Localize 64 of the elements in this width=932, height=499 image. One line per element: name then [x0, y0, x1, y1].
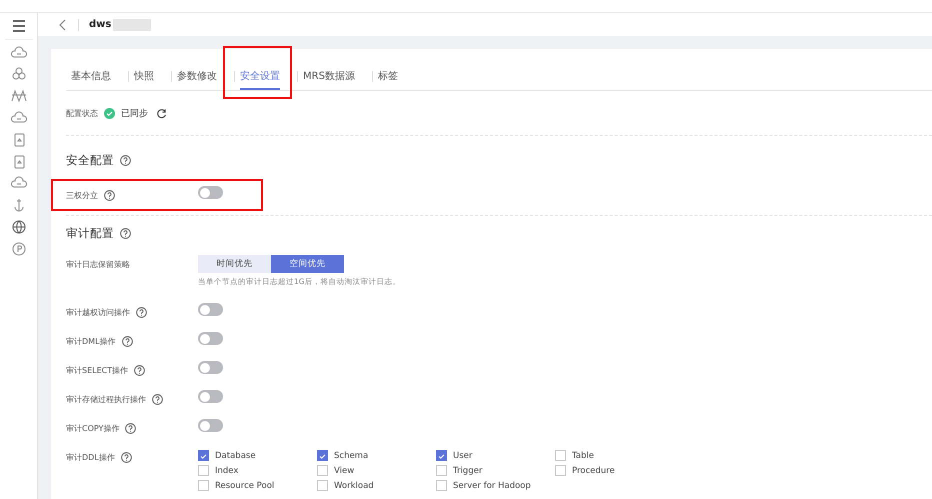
checkbox[interactable] [317, 465, 328, 476]
checkbox-label: Resource Pool [215, 480, 274, 490]
checkbox[interactable] [317, 480, 328, 491]
segment-option[interactable]: 时间优先 [198, 255, 271, 273]
field-label: 审计DDL操作 [66, 452, 115, 463]
checkbox[interactable] [555, 450, 566, 461]
tab[interactable]: 快照 [134, 63, 154, 90]
checkbox-label: Schema [334, 450, 368, 460]
toggle-switch[interactable] [198, 332, 223, 345]
checkbox[interactable] [436, 450, 447, 461]
section-title: 安全配置 [66, 153, 114, 168]
checkbox-label: View [334, 466, 354, 476]
checkbox[interactable] [555, 465, 566, 476]
help-icon[interactable] [120, 155, 131, 166]
section-title: 审计配置 [66, 226, 114, 241]
toggle-switch[interactable] [198, 361, 223, 374]
checkbox[interactable] [317, 450, 328, 461]
toggle-switch[interactable] [198, 419, 223, 432]
tab[interactable]: 参数修改 [177, 63, 217, 90]
redacted-block [113, 18, 152, 30]
checkbox-label: Procedure [572, 466, 615, 476]
checkbox-label: Database [215, 450, 256, 460]
back-icon[interactable] [58, 18, 68, 30]
checkbox-label: Index [215, 466, 238, 476]
field-label: 审计日志保留策略 [66, 259, 130, 270]
checkbox[interactable] [436, 465, 447, 476]
segment-option[interactable]: 空间优先 [271, 255, 344, 273]
status-text: 已同步 [121, 108, 148, 120]
toggle-switch[interactable] [198, 390, 223, 403]
help-icon[interactable] [152, 394, 163, 405]
toggle-switch[interactable] [198, 303, 223, 316]
page-title: dws [89, 19, 112, 30]
field-label: 审计存储过程执行操作 [66, 394, 146, 405]
field-label: 审计越权访问操作 [66, 307, 130, 318]
checkbox[interactable] [198, 450, 209, 461]
help-icon[interactable] [104, 190, 115, 201]
tab[interactable]: 安全设置 [240, 63, 280, 90]
help-icon[interactable] [134, 365, 146, 376]
checkbox[interactable] [198, 480, 209, 491]
status-label: 配置状态 [66, 108, 98, 118]
help-icon[interactable] [125, 423, 136, 434]
check-circle-icon [104, 108, 115, 118]
tab[interactable]: 标签 [378, 63, 398, 90]
help-icon[interactable] [120, 228, 131, 239]
help-icon[interactable] [122, 336, 133, 347]
field-label: 审计COPY操作 [66, 423, 120, 434]
field-label: 三权分立 [66, 190, 98, 201]
checkbox-label: User [453, 450, 472, 460]
refresh-icon[interactable] [156, 108, 167, 118]
tab[interactable]: 基本信息 [71, 63, 111, 90]
toggle-switch[interactable] [198, 186, 223, 199]
help-icon[interactable] [136, 307, 147, 318]
checkbox[interactable] [436, 480, 447, 491]
globe-icon[interactable] [10, 218, 28, 236]
field-label: 审计DML操作 [66, 336, 116, 347]
tab[interactable]: MRS数据源 [303, 63, 355, 90]
checkbox[interactable] [198, 465, 209, 476]
checkbox-label: Trigger [453, 466, 482, 476]
checkbox-label: Server for Hadoop [453, 480, 531, 490]
help-icon[interactable] [120, 452, 132, 463]
checkbox-label: Workload [334, 480, 374, 490]
field-label: 审计SELECT操作 [66, 365, 128, 376]
checkbox-label: Table [572, 450, 594, 460]
parking-icon[interactable] [10, 240, 28, 258]
